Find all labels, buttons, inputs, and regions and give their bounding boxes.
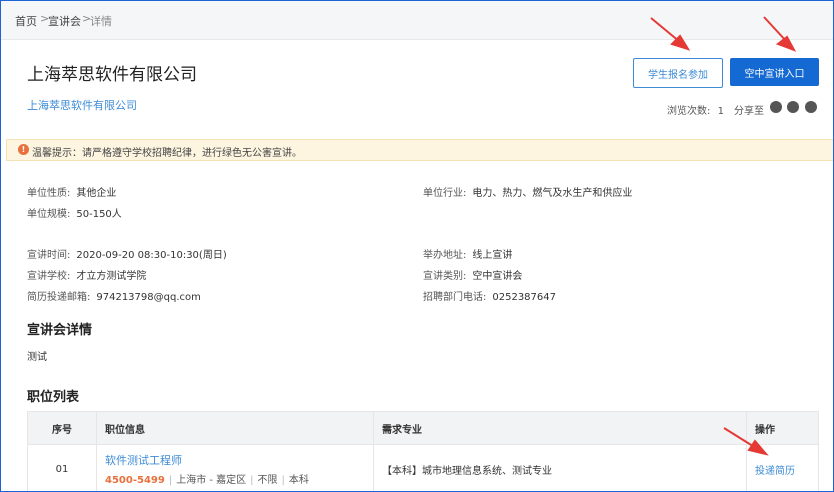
annotation-arrow [763, 16, 788, 43]
annotation-arrowhead [775, 35, 797, 52]
annotation-arrowhead [747, 439, 769, 456]
annotation-arrows [650, 16, 797, 456]
annotation-arrow [650, 17, 681, 43]
